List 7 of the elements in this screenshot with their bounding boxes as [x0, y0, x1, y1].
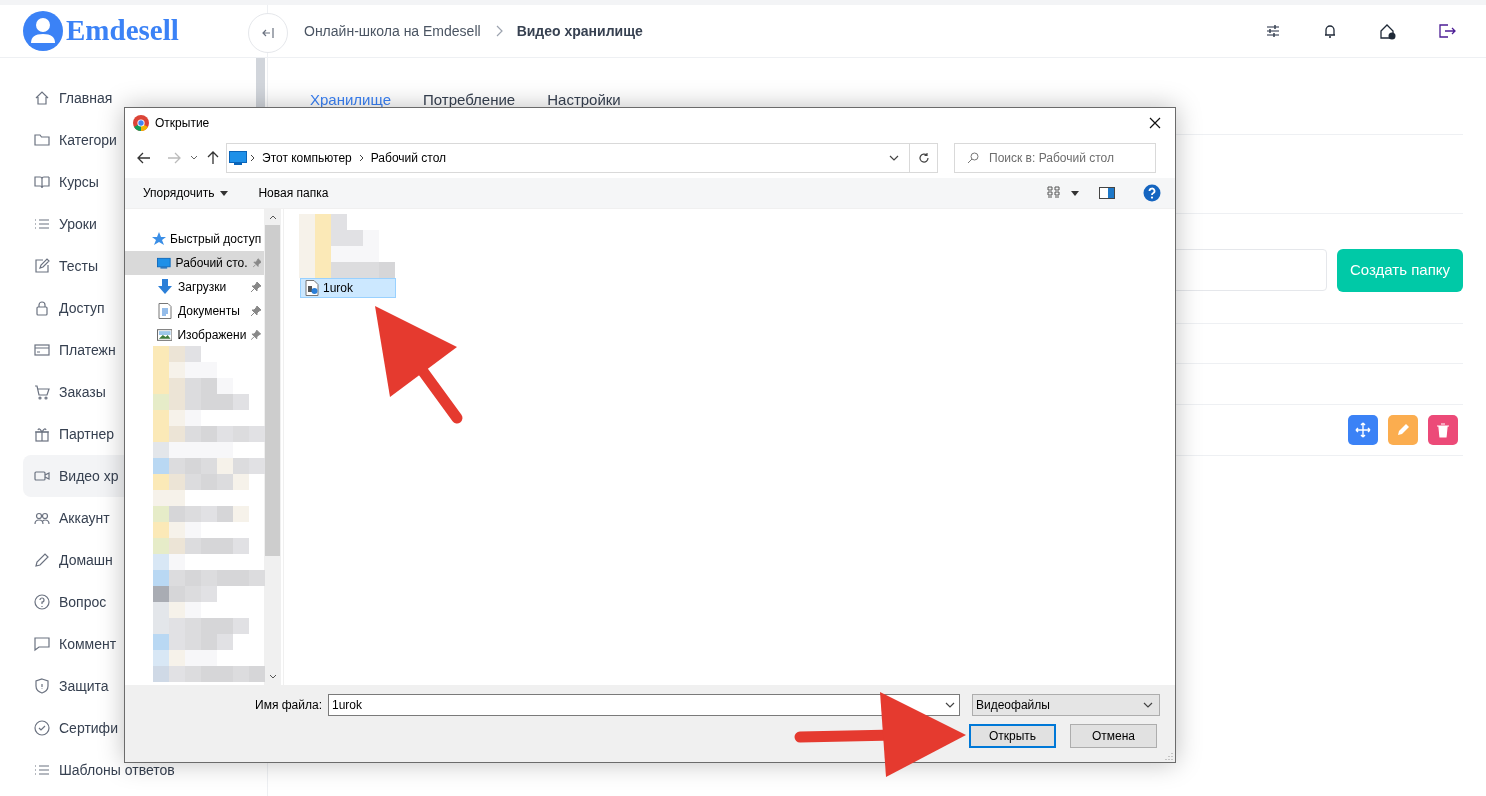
- filename-label: Имя файла:: [255, 697, 322, 714]
- dialog-title: Открытие: [155, 115, 210, 132]
- breadcrumb-current: Видео хранилище: [516, 21, 643, 41]
- search-placeholder: Поиск в: Рабочий стол: [989, 150, 1114, 167]
- filename-value: 1urok: [331, 697, 362, 714]
- file-type-value: Видеофайлы: [975, 697, 1050, 714]
- logo-text: Emdesell: [66, 13, 179, 49]
